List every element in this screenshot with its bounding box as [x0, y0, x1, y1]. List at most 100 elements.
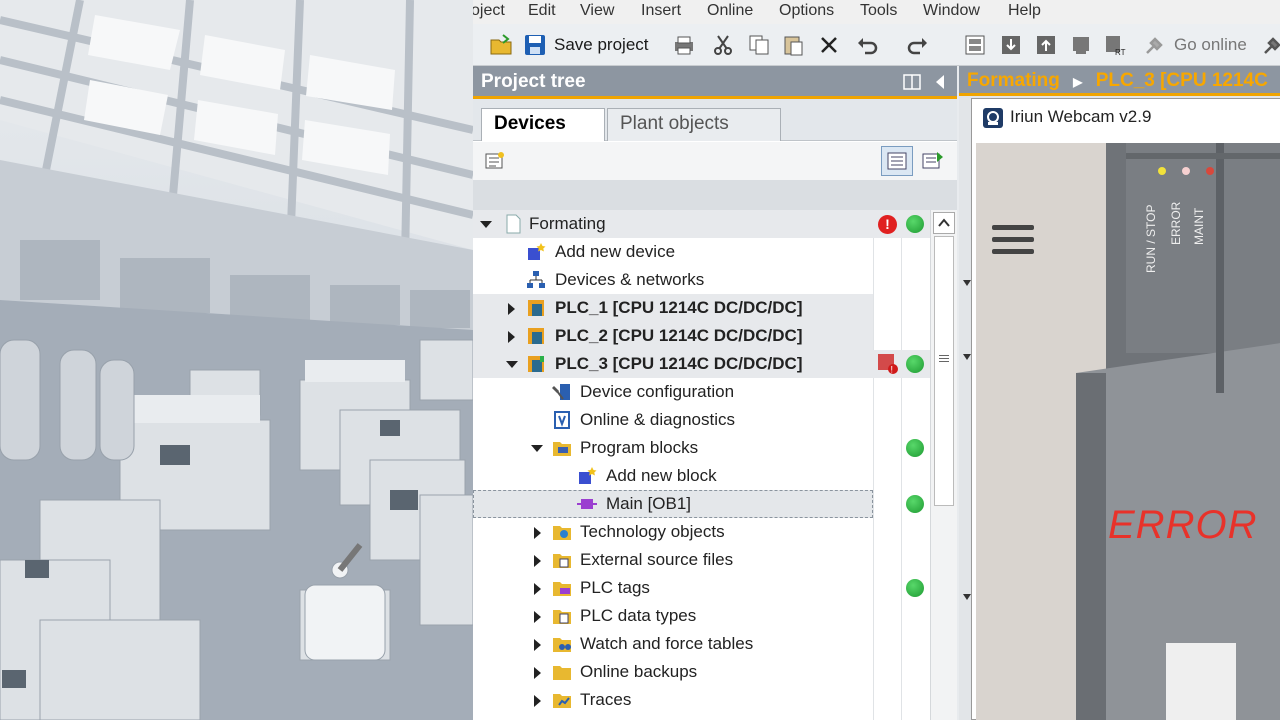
collapse-marker-icon[interactable]	[963, 594, 971, 602]
menu-online[interactable]: Online	[707, 2, 753, 20]
tree-row-plc-2[interactable]: PLC_2 [CPU 1214C DC/DC/DC]	[473, 322, 873, 350]
go-online-button[interactable]: Go online	[1174, 35, 1247, 55]
expand-arrow-icon[interactable]	[534, 555, 541, 567]
print-icon[interactable]	[672, 33, 696, 57]
breadcrumb-project[interactable]: Formating	[967, 70, 1060, 91]
delete-icon[interactable]	[817, 33, 841, 57]
tia-portal-window: oject Edit View Insert Online Options To…	[473, 0, 1280, 720]
tree-row-technology-objects[interactable]: Technology objects	[473, 518, 873, 546]
breadcrumb-device[interactable]: PLC_3 [CPU 1214C	[1096, 70, 1268, 91]
expand-arrow-icon[interactable]	[534, 583, 541, 595]
go-online-icon[interactable]	[1143, 33, 1167, 57]
upload-from-device-icon[interactable]	[1034, 33, 1058, 57]
tree-label: External source files	[580, 550, 734, 569]
scroll-up-button[interactable]	[933, 212, 955, 234]
expand-arrow-icon[interactable]	[534, 527, 541, 539]
tree-row-external-source-files[interactable]: External source files	[473, 546, 873, 574]
program-blocks-folder-icon	[553, 442, 571, 456]
expand-arrow-icon[interactable]	[534, 639, 541, 651]
list-view-button[interactable]	[881, 146, 913, 176]
svg-text:!: !	[891, 365, 894, 375]
collapse-marker-icon[interactable]	[963, 280, 971, 288]
copy-icon[interactable]	[747, 33, 771, 57]
expand-arrow-icon[interactable]	[480, 221, 492, 228]
menu-view[interactable]: View	[580, 2, 614, 20]
plc-led-label-run-stop: RUN / STOP	[1144, 204, 1158, 273]
tab-devices[interactable]: Devices	[481, 108, 605, 141]
runtime-icon[interactable]: RT	[1103, 33, 1127, 57]
go-offline-icon[interactable]	[1261, 33, 1280, 57]
scroll-thumb[interactable]	[934, 236, 954, 506]
menu-edit[interactable]: Edit	[528, 2, 556, 20]
add-new-device-icon	[528, 243, 546, 260]
start-simulation-icon[interactable]	[1069, 33, 1093, 57]
undo-icon[interactable]	[856, 33, 880, 57]
tree-row-device-configuration[interactable]: Device configuration	[473, 378, 873, 406]
tree-row-plc-3[interactable]: PLC_3 [CPU 1214C DC/DC/DC] !	[473, 350, 930, 378]
project-document-icon	[506, 214, 521, 234]
collapse-panel-icon[interactable]	[933, 73, 947, 91]
add-new-block-icon	[579, 467, 597, 484]
download-to-device-icon[interactable]	[999, 33, 1023, 57]
menu-window[interactable]: Window	[923, 2, 980, 20]
menu-options[interactable]: Options	[779, 2, 834, 20]
tree-row-devices-networks[interactable]: Devices & networks	[473, 266, 873, 294]
expand-arrow-icon[interactable]	[534, 695, 541, 707]
tree-label: PLC_3 [CPU 1214C DC/DC/DC]	[555, 354, 803, 373]
collapse-arrow-icon[interactable]	[531, 445, 543, 452]
tree-row-add-new-device[interactable]: Add new device	[473, 238, 873, 266]
save-project-icon[interactable]	[523, 33, 547, 57]
tree-label: Online & diagnostics	[580, 410, 735, 429]
chevron-up-icon	[938, 218, 950, 227]
split-view-icon[interactable]	[903, 73, 921, 91]
menu-project[interactable]: oject	[473, 2, 505, 20]
hamburger-menu-icon[interactable]	[992, 225, 1034, 255]
project-tree: Formating ! Add new device Devices & net…	[473, 210, 930, 720]
factory-background-image	[0, 0, 473, 720]
tree-row-plc-data-types[interactable]: PLC data types	[473, 602, 873, 630]
tree-label: Program blocks	[580, 438, 699, 457]
tree-row-program-blocks[interactable]: Program blocks	[473, 434, 930, 462]
redo-icon[interactable]	[905, 33, 929, 57]
details-view-icon[interactable]	[921, 150, 945, 172]
collapse-arrow-icon[interactable]	[506, 361, 518, 368]
tree-row-traces[interactable]: Traces	[473, 686, 873, 714]
show-overview-icon[interactable]	[483, 150, 505, 172]
expand-arrow-icon[interactable]	[508, 331, 515, 343]
tree-label: Device configuration	[580, 382, 735, 401]
tree-scrollbar[interactable]	[930, 210, 957, 720]
expand-arrow-icon[interactable]	[508, 303, 515, 315]
tree-label: Formating	[529, 214, 606, 233]
expand-arrow-icon[interactable]	[534, 611, 541, 623]
expand-arrow-icon[interactable]	[534, 667, 541, 679]
status-ok-icon	[906, 579, 924, 597]
tab-plant-objects[interactable]: Plant objects	[607, 108, 781, 141]
tree-row-add-new-block[interactable]: Add new block	[473, 462, 873, 490]
editor-header: Formating ▶ PLC_3 [CPU 1214C	[959, 66, 1280, 96]
device-error-icon: !	[878, 354, 898, 375]
menu-insert[interactable]: Insert	[641, 2, 681, 20]
paste-icon[interactable]	[781, 33, 805, 57]
cut-icon[interactable]	[711, 33, 735, 57]
menu-help[interactable]: Help	[1008, 2, 1041, 20]
tree-label: PLC data types	[580, 606, 697, 625]
open-project-icon[interactable]	[489, 33, 513, 57]
tree-row-plc-1[interactable]: PLC_1 [CPU 1214C DC/DC/DC]	[473, 294, 873, 322]
tree-label: Watch and force tables	[580, 634, 754, 653]
factory-illustration	[0, 0, 473, 720]
tree-row-online-backups[interactable]: Online backups	[473, 658, 873, 686]
tree-label: Devices & networks	[555, 270, 705, 289]
tree-row-plc-tags[interactable]: PLC tags	[473, 574, 930, 602]
online-diagnostics-icon	[554, 411, 570, 429]
tree-row-project[interactable]: Formating !	[473, 210, 930, 238]
save-project-button[interactable]: Save project	[554, 35, 649, 55]
split-editor-icon[interactable]	[963, 33, 987, 57]
project-tree-panel: Project tree Devices Plant objects Forma…	[473, 66, 957, 720]
tree-row-watch-force-tables[interactable]: Watch and force tables	[473, 630, 873, 658]
tree-row-main-ob1[interactable]: Main [OB1]	[473, 490, 873, 518]
diagnostics-column	[873, 210, 901, 720]
menu-tools[interactable]: Tools	[860, 2, 897, 20]
tree-row-online-diagnostics[interactable]: Online & diagnostics	[473, 406, 873, 434]
collapse-marker-icon[interactable]	[963, 354, 971, 362]
status-ok-icon	[906, 355, 924, 373]
